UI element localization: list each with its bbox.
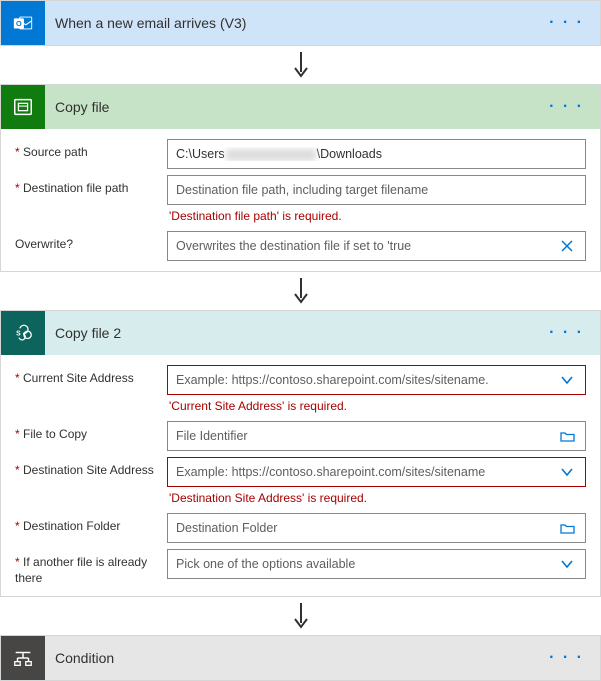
chevron-down-icon[interactable]	[557, 373, 577, 387]
overwrite-label: Overwrite?	[15, 231, 167, 253]
flow-arrow	[0, 272, 601, 310]
overwrite-input[interactable]: Overwrites the destination file if set t…	[167, 231, 586, 261]
dest-folder-row: * Destination Folder Destination Folder	[1, 507, 600, 543]
flow-arrow	[0, 46, 601, 84]
file-to-copy-row: * File to Copy File Identifier	[1, 415, 600, 451]
if-exists-select[interactable]: Pick one of the options available	[167, 549, 586, 579]
source-path-label: * Source path	[15, 139, 167, 161]
copy-file-title: Copy file	[45, 99, 545, 115]
copy-file-2-body: * Current Site Address Example: https://…	[1, 355, 600, 596]
copy-file-2-header[interactable]: S Copy file 2 · · ·	[1, 311, 600, 355]
dest-site-error: 'Destination Site Address' is required.	[167, 487, 586, 507]
chevron-down-icon[interactable]	[557, 557, 577, 571]
dest-folder-label: * Destination Folder	[15, 513, 167, 535]
redacted-text	[226, 149, 316, 161]
copy-file-menu-button[interactable]: · · ·	[545, 98, 588, 116]
folder-picker-icon[interactable]	[557, 429, 577, 444]
file-to-copy-input[interactable]: File Identifier	[167, 421, 586, 451]
copy-file-2-card: S Copy file 2 · · · * Current Site Addre…	[0, 310, 601, 597]
file-to-copy-label: * File to Copy	[15, 421, 167, 443]
dest-folder-input[interactable]: Destination Folder	[167, 513, 586, 543]
copy-file-header[interactable]: Copy file · · ·	[1, 85, 600, 129]
site-address-select[interactable]: Example: https://contoso.sharepoint.com/…	[167, 365, 586, 395]
site-address-label: * Current Site Address	[15, 365, 167, 387]
copy-file-2-title: Copy file 2	[45, 325, 545, 341]
copy-file-card: Copy file · · · * Source path C:\Users\D…	[0, 84, 601, 272]
file-system-icon	[1, 85, 45, 129]
flow-arrow	[0, 597, 601, 635]
condition-menu-button[interactable]: · · ·	[545, 649, 588, 667]
if-exists-row: * If another file is already there Pick …	[1, 543, 600, 586]
overwrite-row: Overwrite? Overwrites the destination fi…	[1, 225, 600, 261]
dest-site-select[interactable]: Example: https://contoso.sharepoint.com/…	[167, 457, 586, 487]
trigger-header[interactable]: O When a new email arrives (V3) · · ·	[1, 1, 600, 45]
chevron-down-icon[interactable]	[557, 465, 577, 479]
dest-path-row: * Destination file path Destination file…	[1, 169, 600, 225]
trigger-title: When a new email arrives (V3)	[45, 15, 545, 31]
condition-icon	[1, 636, 45, 680]
sharepoint-icon: S	[1, 311, 45, 355]
outlook-icon: O	[1, 1, 45, 45]
svg-text:O: O	[16, 19, 22, 28]
condition-card: Condition · · ·	[0, 635, 601, 681]
trigger-menu-button[interactable]: · · ·	[545, 14, 588, 32]
dest-path-label: * Destination file path	[15, 175, 167, 197]
dest-path-input[interactable]: Destination file path, including target …	[167, 175, 586, 205]
trigger-card: O When a new email arrives (V3) · · ·	[0, 0, 601, 46]
condition-title: Condition	[45, 650, 545, 666]
source-path-input[interactable]: C:\Users\Downloads	[167, 139, 586, 169]
copy-file-body: * Source path C:\Users\Downloads * Desti…	[1, 129, 600, 271]
dest-site-row: * Destination Site Address Example: http…	[1, 451, 600, 507]
source-path-row: * Source path C:\Users\Downloads	[1, 133, 600, 169]
clear-icon[interactable]	[557, 239, 577, 253]
svg-text:S: S	[16, 330, 21, 337]
copy-file-2-menu-button[interactable]: · · ·	[545, 324, 588, 342]
dest-path-error: 'Destination file path' is required.	[167, 205, 586, 225]
site-address-row: * Current Site Address Example: https://…	[1, 359, 600, 415]
dest-site-label: * Destination Site Address	[15, 457, 167, 479]
folder-picker-icon[interactable]	[557, 521, 577, 536]
if-exists-label: * If another file is already there	[15, 549, 167, 586]
site-address-error: 'Current Site Address' is required.	[167, 395, 586, 415]
condition-header[interactable]: Condition · · ·	[1, 636, 600, 680]
